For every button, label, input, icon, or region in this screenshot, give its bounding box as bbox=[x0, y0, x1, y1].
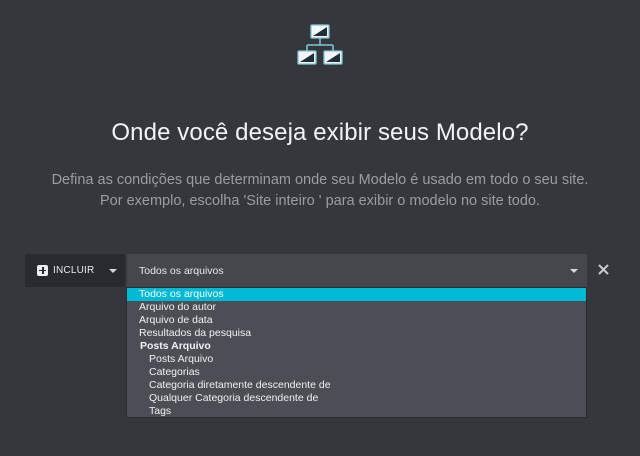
dropdown-option[interactable]: Todos os arquivos bbox=[127, 288, 586, 301]
dropdown-option[interactable]: Qualquer Categoria descendente de bbox=[127, 392, 586, 405]
dropdown-option[interactable]: Arquivo do autor bbox=[127, 301, 586, 314]
include-label: INCLUIR bbox=[53, 265, 95, 276]
dropdown-option[interactable]: Tags bbox=[127, 405, 586, 418]
condition-select-value: Todos os arquivos bbox=[139, 264, 224, 277]
close-icon[interactable] bbox=[597, 263, 610, 276]
dropdown-option[interactable]: Resultados da pesquisa bbox=[127, 327, 586, 340]
dropdown-group-label: Posts Arquivo bbox=[140, 340, 211, 352]
description-line: Por exemplo, escolha 'Site inteiro ' par… bbox=[100, 193, 540, 209]
sitemap-icon bbox=[297, 24, 343, 65]
page-description: Defina as condições que determinam onde … bbox=[0, 170, 640, 212]
chevron-down-icon bbox=[570, 269, 578, 273]
chevron-down-icon bbox=[109, 269, 117, 273]
condition-select[interactable]: Todos os arquivos bbox=[127, 254, 587, 287]
dropdown-option[interactable]: Categorias bbox=[127, 366, 586, 379]
dropdown-option[interactable]: Posts Arquivo bbox=[127, 353, 586, 366]
plus-square-icon bbox=[37, 265, 48, 276]
page-title: Onde você deseja exibir seus Modelo? bbox=[111, 119, 529, 146]
dropdown-option[interactable]: Categoria diretamente descendente de bbox=[127, 379, 586, 392]
include-type-select[interactable]: INCLUIR bbox=[25, 254, 125, 287]
condition-dropdown-list: Todos os arquivos Arquivo do autor Arquivo… bbox=[126, 287, 587, 418]
dropdown-option[interactable]: Arquivo de data bbox=[127, 314, 586, 327]
description-line: Defina as condições que determinam onde … bbox=[51, 172, 589, 188]
